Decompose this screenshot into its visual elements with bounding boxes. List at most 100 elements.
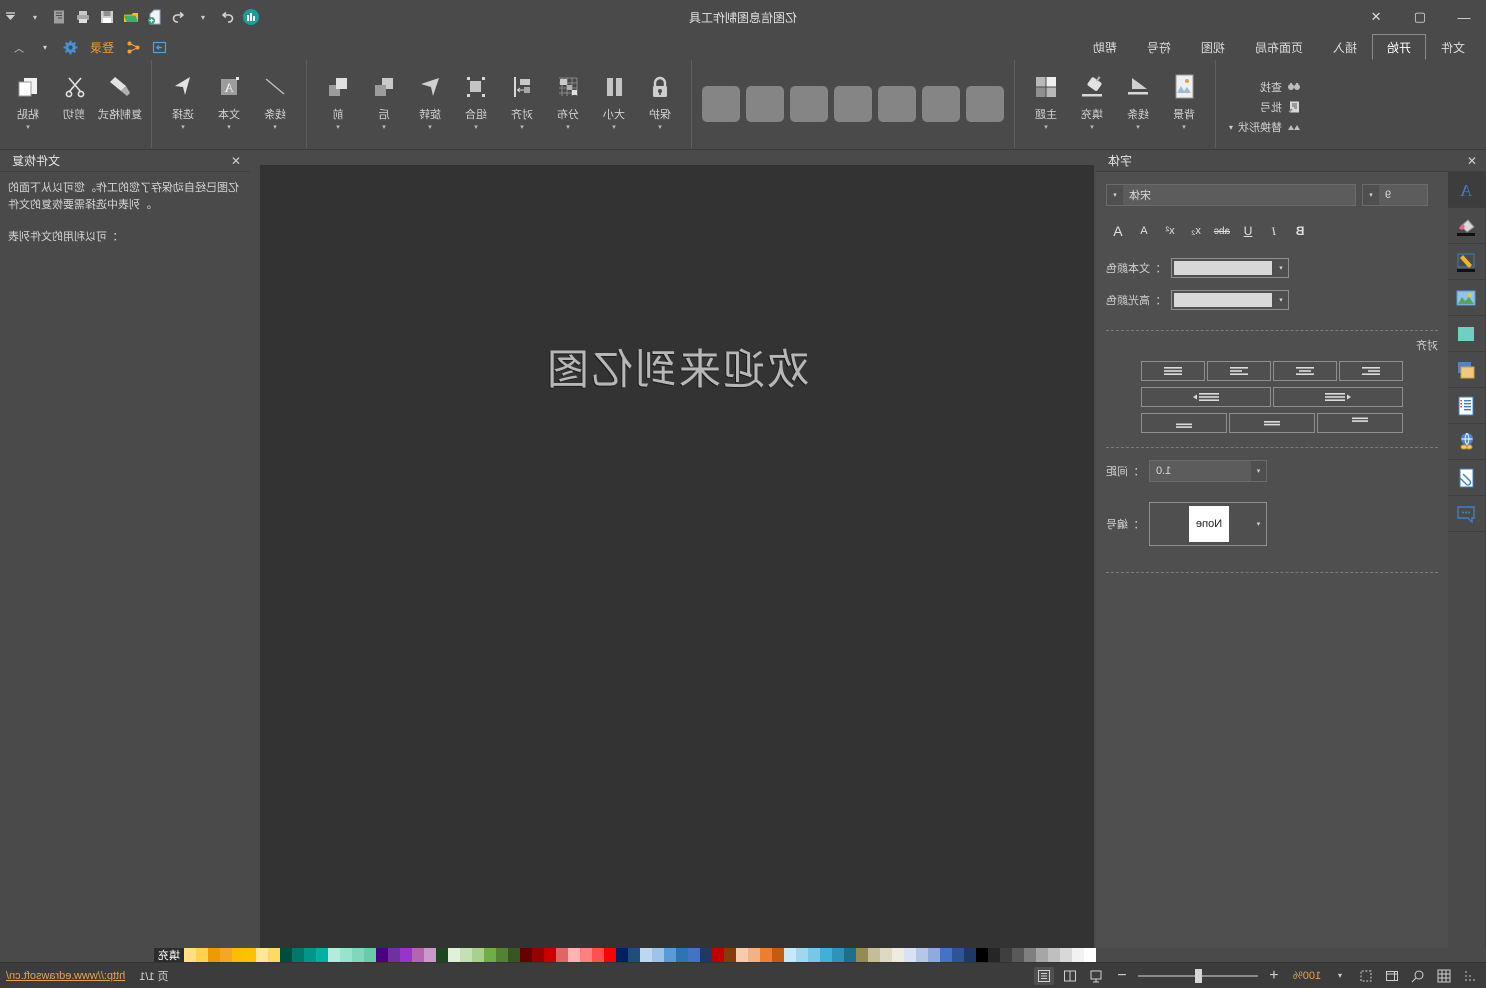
palette-swatch[interactable] [352, 948, 364, 962]
text-tool-dropdown-icon[interactable]: ▾ [227, 123, 231, 133]
open-folder-icon[interactable] [120, 6, 142, 28]
align-left-button[interactable] [1339, 361, 1403, 381]
distribute-dropdown-icon[interactable]: ▾ [566, 123, 570, 133]
align-bottom-button[interactable] [1141, 413, 1227, 433]
palette-swatch[interactable] [484, 948, 496, 962]
rotate-button[interactable]: 旋转 ▾ [407, 66, 453, 133]
numbering-combo[interactable]: ▾ None [1149, 502, 1267, 546]
palette-swatch[interactable] [964, 948, 976, 962]
export-icon[interactable] [148, 37, 170, 57]
highlight-color-picker[interactable]: ▾ [1171, 290, 1289, 310]
gear-icon[interactable] [60, 37, 82, 57]
distribute-button[interactable]: 分布 ▾ [545, 66, 591, 133]
send-backward-dropdown-icon[interactable]: ▾ [382, 123, 386, 133]
undo-icon[interactable] [168, 6, 190, 28]
copy-button[interactable]: 复制 [0, 66, 5, 122]
background-button[interactable]: 背景 ▾ [1161, 66, 1207, 133]
select-tool-dropdown-icon[interactable]: ▾ [181, 123, 185, 133]
align-center-button[interactable] [1273, 361, 1337, 381]
image-icon[interactable] [1448, 280, 1485, 316]
palette-swatch[interactable] [640, 948, 652, 962]
palette-swatch[interactable] [940, 948, 952, 962]
send-backward-button[interactable]: 后 ▾ [361, 66, 407, 133]
palette-swatch[interactable] [796, 948, 808, 962]
font-icon[interactable]: A [1448, 172, 1485, 208]
underline-button[interactable]: U [1236, 220, 1260, 242]
maximize-button[interactable]: ▢ [1398, 0, 1442, 34]
align-middle-button[interactable] [1229, 413, 1315, 433]
palette-swatch[interactable] [1036, 948, 1048, 962]
lock-button[interactable]: 保护 ▾ [637, 66, 683, 133]
recovery-panel-close-button[interactable]: ✕ [228, 154, 244, 168]
palette-swatch[interactable] [592, 948, 604, 962]
tab-help[interactable]: 帮助 [1078, 34, 1132, 60]
palette-swatch[interactable] [604, 948, 616, 962]
palette-swatch[interactable] [196, 948, 208, 962]
palette-swatch[interactable] [328, 948, 340, 962]
font-panel-close-button[interactable]: ✕ [1464, 154, 1480, 168]
printer-icon[interactable] [72, 6, 94, 28]
full-page-icon[interactable] [1034, 966, 1054, 985]
tab-page-layout[interactable]: 页面布局 [1240, 34, 1318, 60]
font-name-combo[interactable]: ▾ 宋体 [1106, 184, 1356, 206]
palette-swatch[interactable] [988, 948, 1000, 962]
zoom-slider[interactable] [1138, 968, 1258, 984]
spacing-combo[interactable]: ▾ 1.0 [1149, 460, 1267, 482]
fit-page-icon[interactable] [1086, 967, 1106, 985]
palette-swatch[interactable] [436, 948, 448, 962]
rotate-dropdown-icon[interactable]: ▾ [428, 123, 432, 133]
palette-swatch[interactable] [748, 948, 760, 962]
palette-swatch[interactable] [868, 948, 880, 962]
palette-swatch[interactable] [652, 948, 664, 962]
comment-icon[interactable] [1448, 496, 1485, 532]
chevron-down-icon[interactable]: ▾ [1274, 264, 1288, 272]
line-dropdown-icon[interactable]: ▾ [1136, 123, 1140, 133]
palette-swatch[interactable] [316, 948, 328, 962]
login-link[interactable]: 登录 [86, 39, 118, 56]
palette-swatch[interactable] [616, 948, 628, 962]
text-color-picker[interactable]: ▾ [1171, 258, 1289, 278]
format-painter-button[interactable]: 复制格式 [97, 66, 143, 122]
hyperlink-icon[interactable] [1448, 424, 1485, 460]
zoom-slider-thumb[interactable] [1195, 968, 1202, 983]
tab-view[interactable]: 视图 [1186, 34, 1240, 60]
decrease-indent-button[interactable] [1273, 387, 1403, 407]
selection-icon[interactable] [1356, 967, 1376, 985]
tab-home[interactable]: 开始 [1371, 34, 1426, 60]
palette-swatch[interactable] [304, 948, 316, 962]
palette-swatch[interactable] [1012, 948, 1024, 962]
increase-indent-button[interactable] [1141, 387, 1271, 407]
palette-swatch[interactable] [844, 948, 856, 962]
save-icon[interactable] [96, 6, 118, 28]
group-dropdown-icon[interactable]: ▾ [474, 123, 478, 133]
style-swatch[interactable] [921, 86, 960, 122]
palette-swatch[interactable] [1024, 948, 1036, 962]
palette-swatch[interactable] [400, 948, 412, 962]
chevron-down-icon[interactable]: ▾ [1251, 461, 1266, 481]
pan-icon[interactable] [1382, 967, 1402, 985]
palette-swatch[interactable] [364, 948, 376, 962]
palette-swatch[interactable] [568, 948, 580, 962]
palette-swatch[interactable] [580, 948, 592, 962]
align-top-button[interactable] [1317, 413, 1403, 433]
line-tool-dropdown-icon[interactable]: ▾ [273, 123, 277, 133]
superscript-button[interactable]: x² [1158, 220, 1182, 242]
palette-swatch[interactable] [208, 948, 220, 962]
palette-swatch[interactable] [460, 948, 472, 962]
batch-button[interactable]: 批弓 [1224, 97, 1306, 117]
palette-swatch[interactable] [880, 948, 892, 962]
palette-swatch[interactable] [820, 948, 832, 962]
theme-button[interactable]: 主题 ▾ [1023, 66, 1069, 133]
palette-swatch[interactable] [664, 948, 676, 962]
size-dropdown-icon[interactable]: ▾ [612, 123, 616, 133]
grid-icon[interactable] [1434, 967, 1454, 985]
palette-swatch[interactable] [1084, 948, 1096, 962]
align-right-button[interactable] [1207, 361, 1271, 381]
palette-swatch[interactable] [976, 948, 988, 962]
attachment-icon[interactable] [1448, 460, 1485, 496]
tab-insert[interactable]: 插入 [1318, 34, 1372, 60]
chevron-down-icon[interactable]: ▾ [24, 6, 46, 28]
new-file-icon[interactable] [144, 6, 166, 28]
lock-dropdown-icon[interactable]: ▾ [658, 123, 662, 133]
palette-swatch[interactable] [772, 948, 784, 962]
